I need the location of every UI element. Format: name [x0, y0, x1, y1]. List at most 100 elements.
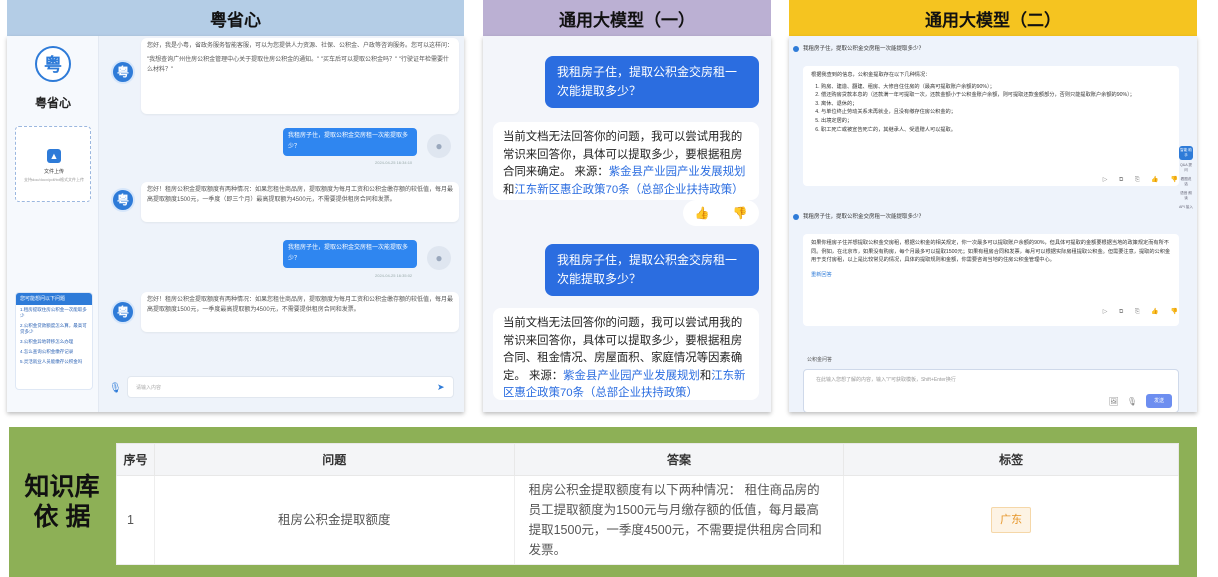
cell-index: 1 — [116, 475, 155, 565]
source-link[interactable]: 江东新区惠企政策70条（总部企业扶持政策） — [514, 184, 743, 196]
cell-answer: 租房公积金提取额度有以下两种情况： 租住商品房的员工提取额度为1500元与月缴存… — [513, 475, 845, 565]
chat-window: 我租房子住，提取公积金交房租一次能提取多少？ 当前文档无法回答你的问题，我可以尝… — [483, 36, 771, 412]
chat-input[interactable]: 在此输入您想了解的内容，输入"/"可获取模板，Shift+Enter换行 🖼 🎙… — [803, 369, 1179, 412]
panel-yuexingxin: 粤省心 粤 粤省心 ▲ 文件上传 支持doc/docx/pdf/txt格式文件上… — [7, 0, 464, 412]
app-logo: 粤 — [35, 46, 71, 82]
bot-answer-bubble: 当前文档无法回答你的问题，我可以尝试用我的常识来回答你，具体可以提取多少，要根据… — [493, 308, 759, 400]
user-message: 我租房子住，提取公积金交房租一次能提取多少？ — [545, 244, 759, 296]
answer-list: 购房、建造、翻建、租房、大修自住住房的（最高可提取账户余额的90%）； 偿还购房… — [811, 83, 1171, 135]
microphone-icon[interactable]: 🎙 — [109, 383, 122, 394]
panel-title: 粤省心 — [7, 0, 464, 36]
knowledge-base-table: 序号 问题 答案 标签 1 租房公积金提取额度 租房公积金提取额度有以下两种情况… — [116, 443, 1179, 565]
question-text: 我租房子住，提取公积金交房租一次能提取多少？ — [803, 46, 925, 52]
upload-label: 文件上传 — [43, 169, 64, 175]
panel-general-model-1: 通用大模型（一） 我租房子住，提取公积金交房租一次能提取多少？ 当前文档无法回答… — [483, 0, 771, 412]
source-link[interactable]: 紫金县产业园产业发展规划 — [563, 370, 700, 382]
faq-item[interactable]: 3.公积金异地转移怎么办理 — [16, 337, 92, 347]
bot-answer-bubble: 您好！租房公积金提取额度有两种情况：如果您租住商品房，提取额度为每月工资和公积金… — [141, 292, 459, 332]
bot-answer-bubble: 当前文档无法回答你的问题，我可以尝试用我的常识来回答你，具体可以提取多少，要根据… — [493, 122, 759, 200]
answer-list-item: 职工死亡或被宣告死亡的，其继承人、受遗赠人可以提取。 — [821, 126, 1171, 135]
answer-conjunction: 和 — [503, 183, 515, 196]
cell-tag: 广东 — [843, 475, 1179, 565]
user-dot-icon — [793, 45, 799, 52]
cell-question: 租房公积金提取额度 — [153, 475, 515, 565]
kb-title-line: 知识库 — [24, 473, 100, 501]
user-dot-icon — [793, 213, 799, 220]
right-toolbar: 智能 助手 Q&A 提问 看图说话 语音 朗读 API 接入 — [1179, 146, 1193, 214]
timestamp: 2024-04-25 16:34:10 — [375, 160, 413, 165]
greeting-text: 您好，我是小粤，省政务服务智能客服，可以为您提供人力资源、社保、公积金、户政等咨… — [147, 43, 454, 49]
user-message: 我租房子住，提取公积金交房租一次能提取多少？ — [545, 56, 759, 108]
toolbar-item[interactable]: 语音 朗读 — [1179, 191, 1193, 201]
faq-title: 您可能想问以下问题 — [16, 293, 92, 305]
answer-toolbar[interactable]: ▷ ⧉ ⎘ 👍 👎 — [1103, 308, 1183, 316]
faq-card: 您可能想问以下问题 1.租房提取住房公积金一次能取多少 2.公积金贷款额度怎么算… — [15, 292, 93, 390]
question-text: 我租房子住，提取公积金交房租一次能提取多少？ — [803, 214, 925, 220]
answer-toolbar[interactable]: ▷ ⧉ ⎘ 👍 👎 — [1103, 176, 1183, 184]
file-upload-area[interactable]: ▲ 文件上传 支持doc/docx/pdf/txt格式文件上传 — [15, 126, 91, 202]
faq-item[interactable]: 4.怎么查询公积金缴存记录 — [16, 347, 92, 357]
faq-item[interactable]: 1.租房提取住房公积金一次能取多少 — [16, 305, 92, 321]
chat-main: 粤 您好，我是小粤，省政务服务智能客服，可以为您提供人力资源、社保、公积金、户政… — [99, 36, 464, 412]
answer-card: 根据我查到的信息，公积金提取存在以下几种情况： 购房、建造、翻建、租房、大修自住… — [803, 66, 1179, 186]
panel-title: 通用大模型（二） — [789, 0, 1197, 36]
faq-item[interactable]: 2.公积金贷款额度怎么算，最高可贷多少 — [16, 321, 92, 337]
table-row: 1 租房公积金提取额度 租房公积金提取额度有以下两种情况： 租住商品房的员工提取… — [116, 475, 1179, 565]
attach-icon[interactable]: 🖼 🎙 — [1108, 397, 1140, 406]
send-button[interactable]: 发送 — [1146, 394, 1172, 408]
thumbs-up-icon[interactable]: 👍 — [695, 206, 710, 220]
user-question: 我租房子住，提取公积金交房租一次能提取多少？ — [793, 44, 924, 52]
thumbs-down-icon[interactable]: 👎 — [733, 206, 748, 220]
chat-window: 我租房子住，提取公积金交房租一次能提取多少？ 根据我查到的信息，公积金提取存在以… — [789, 36, 1197, 412]
toolbar-item[interactable]: Q&A 提问 — [1179, 163, 1193, 173]
answer-list-item: 购房、建造、翻建、租房、大修自住住房的（最高可提取账户余额的90%）； — [821, 83, 1171, 92]
chat-window: 粤 粤省心 ▲ 文件上传 支持doc/docx/pdf/txt格式文件上传 您可… — [7, 36, 464, 412]
answer-conjunction: 和 — [699, 369, 712, 382]
bot-avatar: 粤 — [111, 300, 135, 324]
bot-greeting-bubble: 您好，我是小粤，省政务服务智能客服，可以为您提供人力资源、社保、公积金、户政等咨… — [141, 38, 459, 114]
feedback-bar: 👍 👎 — [683, 200, 759, 226]
column-header-answer: 答案 — [513, 443, 845, 476]
panel-title: 通用大模型（一） — [483, 0, 771, 36]
region-tag: 广东 — [991, 507, 1032, 533]
upload-icon: ▲ — [47, 149, 61, 163]
knowledge-base-section: 知识库 依 据 序号 问题 答案 标签 1 租房公积金提取额度 租房公积金提取额… — [9, 427, 1197, 577]
knowledge-base-title: 知识库 依 据 — [17, 472, 107, 532]
answer-list-item: 离休、退休的； — [821, 100, 1171, 109]
user-avatar: ● — [427, 134, 451, 158]
faq-item[interactable]: 5.灵活就业人员能缴存公积金吗 — [16, 357, 92, 367]
toolbar-highlight[interactable]: 智能 助手 — [1179, 146, 1193, 160]
knowledge-base-label[interactable]: 公积金问答 — [807, 356, 832, 363]
input-placeholder: 请输入内容 — [136, 385, 162, 391]
upload-hint: 支持doc/docx/pdf/txt格式文件上传 — [23, 177, 84, 182]
timestamp: 2024-04-25 16:35:02 — [375, 273, 413, 278]
user-message: 我租房子住，提取公积金交房租一次能提取多少？ — [283, 128, 417, 156]
bot-answer-bubble: 您好！租房公积金提取额度有两种情况：如果您租住商品房，提取额度为每月工资和公积金… — [141, 182, 459, 222]
answer-intro: 根据我查到的信息，公积金提取存在以下几种情况： — [811, 72, 931, 78]
column-header-index: 序号 — [116, 443, 155, 476]
answer-list-item: 与单位终止劳动关系未再就业，且没有缴存住房公积金的； — [821, 108, 1171, 117]
column-header-tag: 标签 — [843, 443, 1179, 476]
send-icon[interactable]: ➤ — [437, 382, 447, 392]
chat-input[interactable]: 请输入内容 ➤ — [127, 376, 454, 398]
bot-avatar: 粤 — [111, 188, 135, 212]
table-header-row: 序号 问题 答案 标签 — [116, 443, 1179, 476]
toolbar-item[interactable]: 看图说话 — [1179, 177, 1193, 187]
sidebar: 粤 粤省心 ▲ 文件上传 支持doc/docx/pdf/txt格式文件上传 您可… — [7, 36, 99, 412]
column-header-question: 问题 — [153, 443, 515, 476]
bot-avatar: 粤 — [111, 60, 135, 84]
regenerate-button[interactable]: 重新回答 — [811, 271, 1171, 280]
input-placeholder: 在此输入您想了解的内容，输入"/"可获取模板，Shift+Enter换行 — [816, 377, 956, 383]
user-message: 我租房子住，提取公积金交房租一次能提取多少？ — [283, 240, 417, 268]
panel-general-model-2: 通用大模型（二） 我租房子住，提取公积金交房租一次能提取多少？ 根据我查到的信息… — [789, 0, 1197, 412]
kb-title-line: 依 据 — [33, 503, 91, 531]
app-name: 粤省心 — [34, 96, 71, 110]
user-avatar: ● — [427, 246, 451, 270]
greeting-examples: "我想查询广州住房公积金管理中心关于提取住房公积金的通知。" "买车后可以提取公… — [147, 57, 449, 73]
answer-list-item: 出境定居的； — [821, 117, 1171, 126]
answer-list-item: 偿还购房贷款本息的（还款满一年可提取一次，还款金额小于公积金账户余额，则可提取还… — [821, 91, 1171, 100]
user-question: 我租房子住，提取公积金交房租一次能提取多少？ — [793, 212, 924, 220]
source-link[interactable]: 紫金县产业园产业发展规划 — [609, 166, 746, 178]
toolbar-item[interactable]: API 接入 — [1179, 205, 1193, 210]
answer-text: 如果你租房子住并想提取公积金交房租，根据公积金的相关规定，你一次最多可以提取账户… — [811, 240, 1171, 264]
